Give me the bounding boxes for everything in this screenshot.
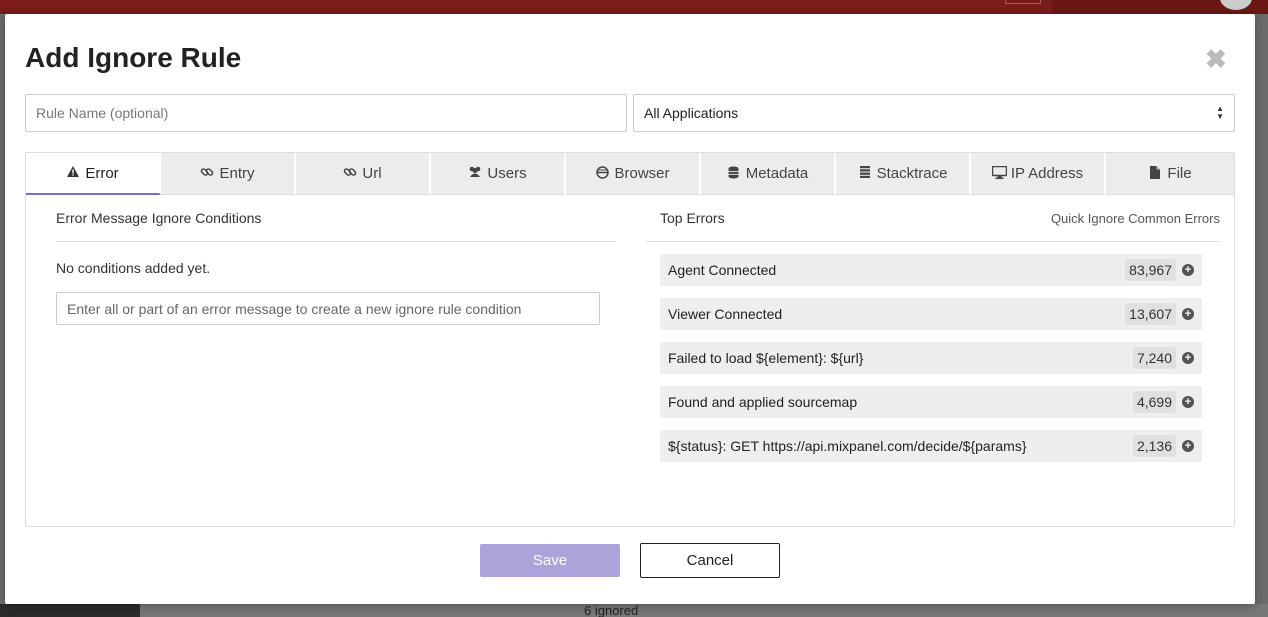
error-count: 4,699 <box>1132 391 1176 413</box>
no-conditions-text: No conditions added yet. <box>56 260 211 276</box>
background-sidebar <box>0 604 140 617</box>
tab-ip-address[interactable]: IP Address <box>971 153 1106 195</box>
conditions-section: Error Message Ignore Conditions No condi… <box>56 195 616 325</box>
close-icon[interactable]: ✖ <box>1205 46 1227 72</box>
error-message: ${status}: GET https://api.mixpanel.com/… <box>668 438 1027 454</box>
background-ignored-count: 6 ignored <box>584 603 639 617</box>
background-content <box>140 604 1268 617</box>
plus-circle-icon[interactable]: + <box>1182 352 1194 364</box>
plus-circle-icon[interactable]: + <box>1182 308 1194 320</box>
file-icon <box>1148 165 1162 182</box>
tab-label: File <box>1167 165 1192 182</box>
tab-stacktrace[interactable]: Stacktrace <box>836 153 971 195</box>
error-count: 83,967 <box>1125 259 1176 281</box>
tab-label: Entry <box>219 165 255 182</box>
tab-label: IP Address <box>1010 165 1084 182</box>
desktop-icon <box>991 165 1008 182</box>
top-errors-section: Top Errors Quick Ignore Common Errors Ag… <box>646 195 1220 474</box>
link-icon <box>343 165 357 182</box>
background-box <box>1005 0 1041 4</box>
top-errors-heading: Top Errors <box>660 210 725 226</box>
save-button[interactable]: Save <box>480 544 620 577</box>
tab-error[interactable]: Error <box>26 153 161 195</box>
error-message: Agent Connected <box>668 262 777 278</box>
tab-label: Error <box>85 164 119 182</box>
list-item[interactable]: Viewer Connected 13,607 + <box>660 298 1202 330</box>
error-count: 13,607 <box>1125 303 1176 325</box>
conditions-header: Error Message Ignore Conditions <box>56 195 616 242</box>
list-item[interactable]: Found and applied sourcemap 4,699 + <box>660 386 1202 418</box>
globe-icon <box>595 165 609 182</box>
plus-circle-icon[interactable]: + <box>1182 396 1194 408</box>
tab-label: Url <box>362 165 382 182</box>
tab-file[interactable]: File <box>1106 153 1234 195</box>
list-item[interactable]: Agent Connected 83,967 + <box>660 254 1202 286</box>
rule-name-input[interactable] <box>25 94 627 132</box>
list-item[interactable]: ${status}: GET https://api.mixpanel.com/… <box>660 430 1202 462</box>
background-top-bar <box>0 0 1268 14</box>
error-message: Found and applied sourcemap <box>668 394 858 410</box>
error-message: Viewer Connected <box>668 306 783 322</box>
add-ignore-rule-modal: Add Ignore Rule ✖ All Applications ▲▼ Er… <box>5 14 1255 604</box>
chevron-updown-icon: ▲ ▼ <box>1216 104 1224 121</box>
top-errors-list: Agent Connected 83,967 + Viewer Connected… <box>646 254 1220 462</box>
top-errors-header: Top Errors Quick Ignore Common Errors <box>646 195 1220 242</box>
application-select[interactable]: All Applications ▲ ▼ <box>633 94 1235 132</box>
users-icon <box>468 166 482 181</box>
tab-url[interactable]: Url <box>296 153 431 195</box>
tab-bar: Error Entry Url Users Browser Metadata S… <box>26 153 1234 195</box>
database-icon <box>727 166 741 182</box>
rule-tabs-panel: Error Entry Url Users Browser Metadata S… <box>25 152 1235 527</box>
error-count: 2,136 <box>1132 435 1176 457</box>
plus-circle-icon[interactable]: + <box>1182 264 1194 276</box>
tab-entry[interactable]: Entry <box>161 153 296 195</box>
conditions-heading: Error Message Ignore Conditions <box>56 210 262 226</box>
tab-label: Users <box>487 165 527 182</box>
plus-circle-icon[interactable]: + <box>1182 440 1194 452</box>
tab-label: Stacktrace <box>876 165 948 182</box>
tab-label: Metadata <box>745 165 809 182</box>
modal-title: Add Ignore Rule <box>25 42 242 73</box>
error-count: 7,240 <box>1132 347 1176 369</box>
list-icon <box>858 166 872 181</box>
application-select-value: All Applications <box>644 105 739 121</box>
link-icon <box>200 165 214 182</box>
cancel-button[interactable]: Cancel <box>640 543 780 578</box>
list-item[interactable]: Failed to load ${element}: ${url} 7,240 + <box>660 342 1202 374</box>
tab-browser[interactable]: Browser <box>566 153 701 195</box>
warning-icon <box>66 166 80 180</box>
quick-ignore-link[interactable]: Quick Ignore Common Errors <box>1051 211 1220 226</box>
tab-users[interactable]: Users <box>431 153 566 195</box>
tab-metadata[interactable]: Metadata <box>701 153 836 195</box>
error-message: Failed to load ${element}: ${url} <box>668 350 864 366</box>
tab-label: Browser <box>614 165 670 182</box>
error-message-input[interactable] <box>56 292 600 325</box>
